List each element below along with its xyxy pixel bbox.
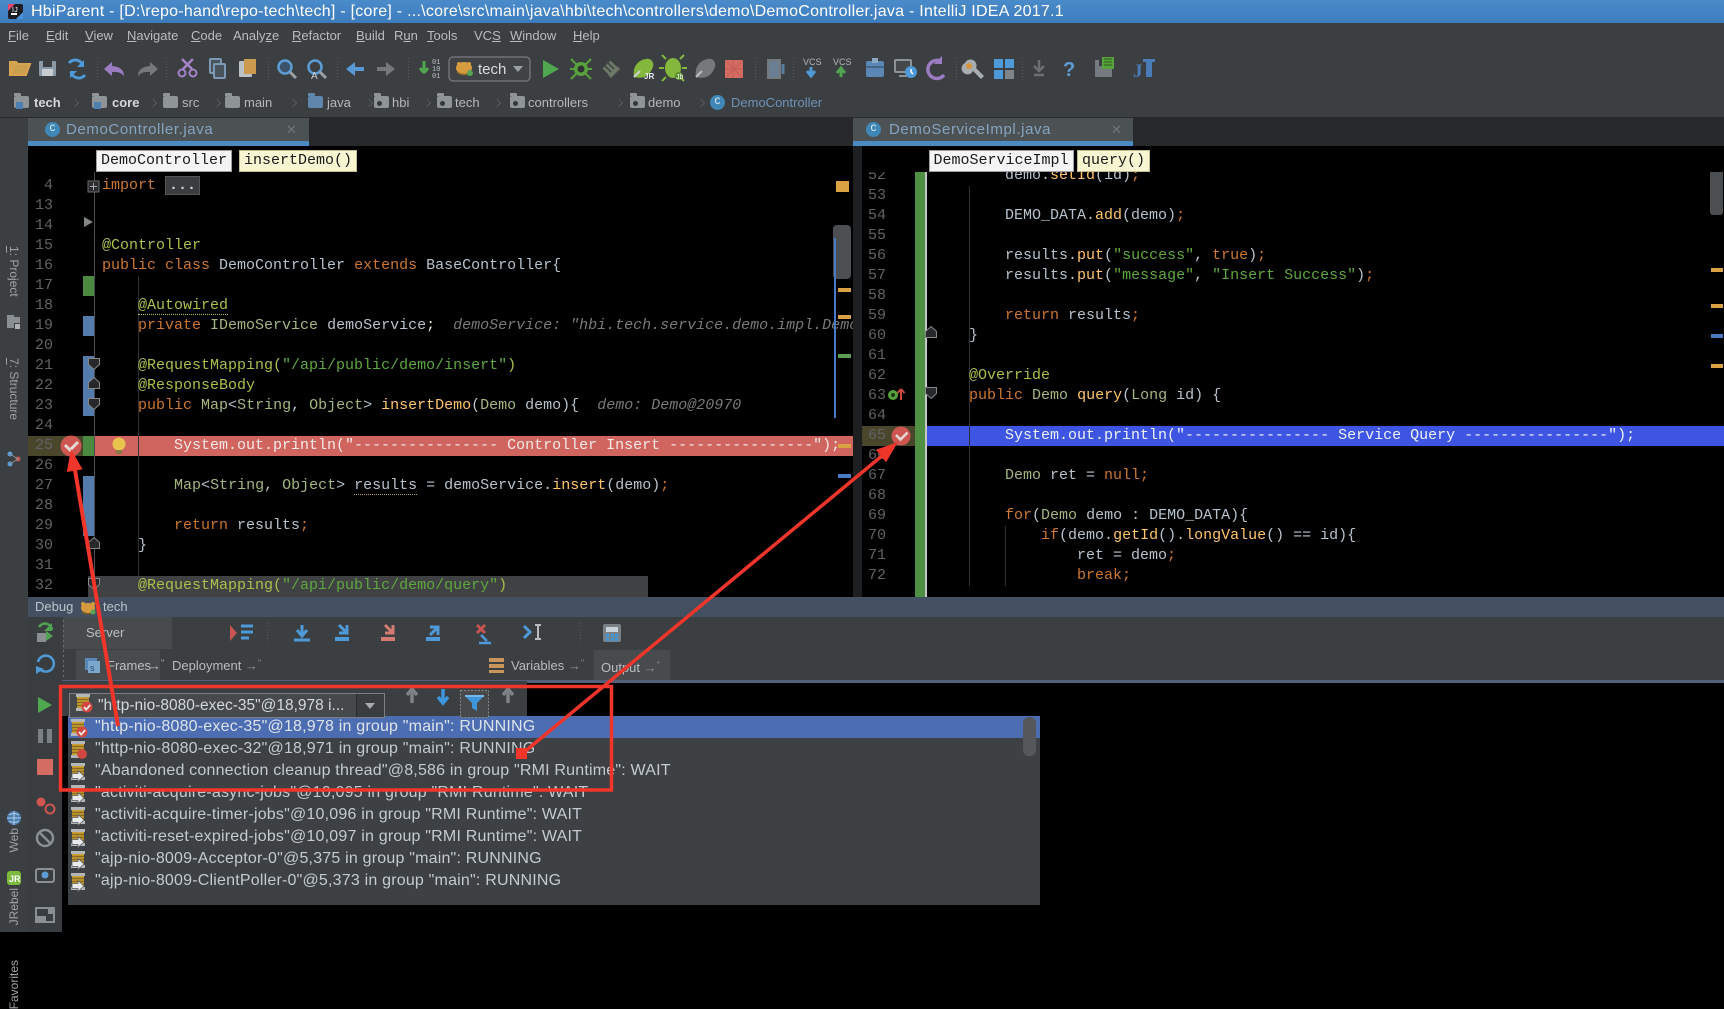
svg-text:?: ? <box>1063 59 1075 81</box>
svg-text:IJ: IJ <box>12 7 18 14</box>
svg-text:VCS: VCS <box>803 57 822 67</box>
svg-text:VCS: VCS <box>833 57 852 67</box>
svg-text:JR: JR <box>644 72 654 81</box>
svg-text:s: s <box>90 663 95 673</box>
svg-text:J: J <box>1133 61 1143 82</box>
svg-text:A: A <box>311 71 318 82</box>
svg-text:01: 01 <box>432 73 440 81</box>
svg-text:Jb: Jb <box>676 74 684 81</box>
svg-text:JR: JR <box>9 874 21 884</box>
svg-text:tech: tech <box>478 61 506 78</box>
